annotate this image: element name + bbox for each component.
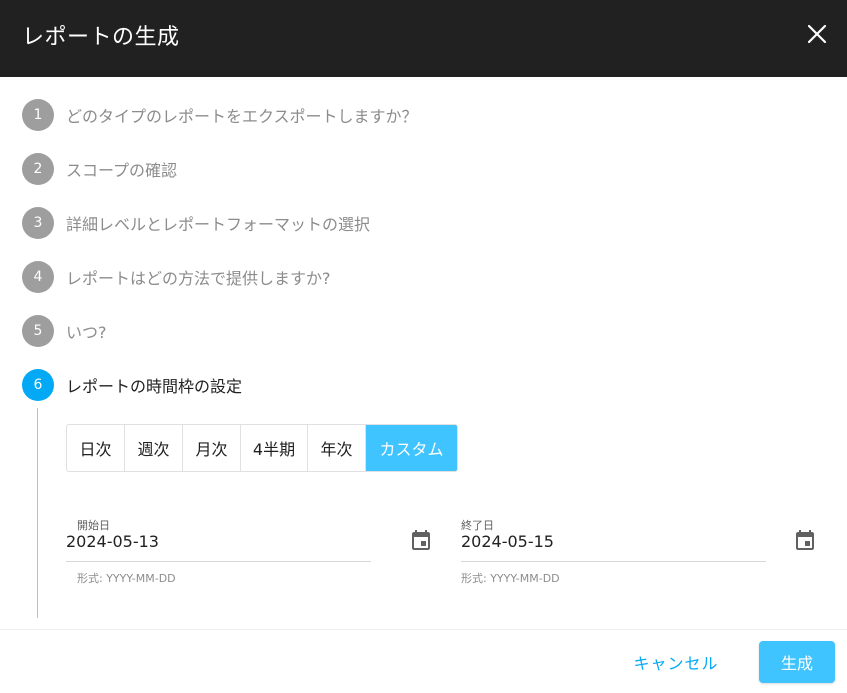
step-number-badge: 1: [22, 99, 54, 131]
step-label: いつ?: [66, 323, 107, 342]
step-label: レポートの時間枠の設定: [66, 377, 243, 396]
close-button[interactable]: [801, 20, 831, 50]
cancel-button[interactable]: キャンセル: [622, 641, 730, 683]
step-connector-line: [37, 408, 38, 618]
end-date-field: 終了日 形式: YYYY-MM-DD: [461, 517, 766, 597]
step-label: レポートはどの方法で提供しますか?: [66, 269, 331, 288]
step-label: 詳細レベルとレポートフォーマットの選択: [66, 215, 371, 234]
timeframe-daily-button[interactable]: 日次: [67, 425, 125, 471]
timeframe-toggle-group: 日次 週次 月次 4半期 年次 カスタム: [66, 424, 458, 472]
step-6[interactable]: 6 レポートの時間枠の設定: [22, 369, 242, 401]
step-label: スコープの確認: [66, 161, 178, 180]
end-date-underline: [461, 561, 766, 562]
step-label: どのタイプのレポートをエクスポートしますか？: [66, 107, 418, 126]
step-number-badge: 4: [22, 261, 54, 293]
start-date-hint: 形式: YYYY-MM-DD: [77, 572, 176, 585]
step-number-badge: 5: [22, 315, 54, 347]
generate-button[interactable]: 生成: [759, 641, 835, 683]
step-number-badge: 3: [22, 207, 54, 239]
step-4[interactable]: 4 レポートはどの方法で提供しますか?: [22, 261, 331, 293]
step-number-badge: 2: [22, 153, 54, 185]
step-2[interactable]: 2 スコープの確認: [22, 153, 177, 185]
start-date-input[interactable]: [66, 527, 371, 555]
close-icon: [807, 24, 827, 44]
footer-divider: [0, 629, 847, 630]
step-3[interactable]: 3 詳細レベルとレポートフォーマットの選択: [22, 207, 370, 239]
calendar-icon[interactable]: [409, 528, 433, 552]
start-date-underline: [66, 561, 371, 562]
step-number-badge: 6: [22, 369, 54, 401]
dialog-header: レポートの生成: [0, 0, 847, 77]
end-date-hint: 形式: YYYY-MM-DD: [461, 572, 560, 585]
timeframe-weekly-button[interactable]: 週次: [125, 425, 183, 471]
calendar-icon[interactable]: [793, 528, 817, 552]
step-5[interactable]: 5 いつ?: [22, 315, 107, 347]
timeframe-monthly-button[interactable]: 月次: [183, 425, 241, 471]
timeframe-custom-button[interactable]: カスタム: [366, 425, 457, 471]
timeframe-yearly-button[interactable]: 年次: [308, 425, 366, 471]
timeframe-quarterly-button[interactable]: 4半期: [241, 425, 308, 471]
end-date-input[interactable]: [461, 527, 766, 555]
dialog-title: レポートの生成: [22, 25, 180, 50]
step-1[interactable]: 1 どのタイプのレポートをエクスポートしますか？: [22, 99, 418, 131]
start-date-field: 開始日 形式: YYYY-MM-DD: [66, 517, 371, 597]
